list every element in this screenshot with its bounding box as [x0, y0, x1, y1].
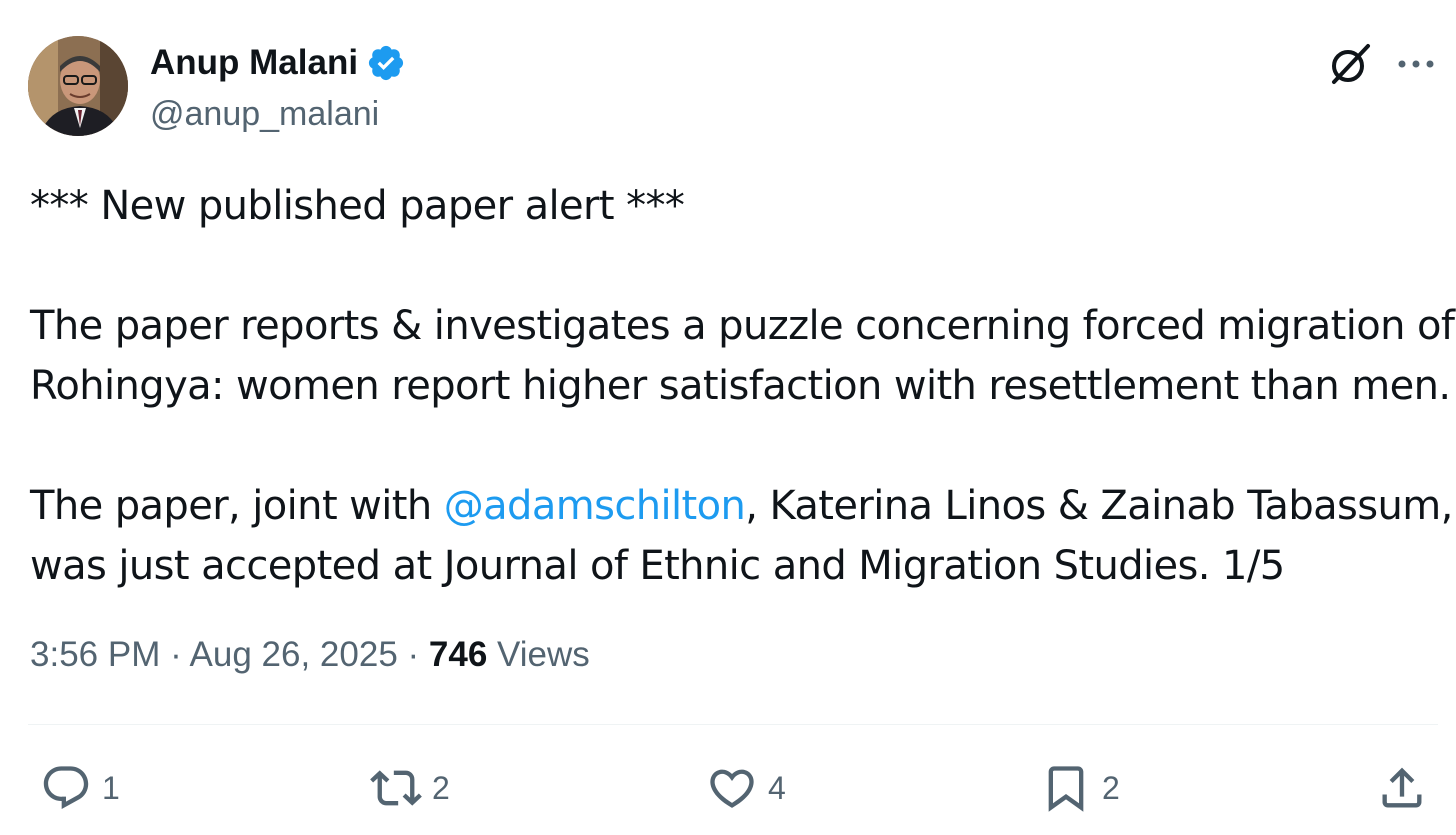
tweet-line: *** New published paper alert ***: [30, 183, 685, 229]
views-label: Views: [487, 635, 590, 674]
like-button[interactable]: 4: [706, 760, 786, 816]
author-name-text[interactable]: Anup Malani: [150, 40, 358, 86]
reply-count: 1: [102, 770, 120, 806]
tweet-text: *** New published paper alert *** The pa…: [30, 176, 1455, 596]
repost-button[interactable]: 2: [370, 760, 450, 816]
repost-count: 2: [432, 770, 450, 806]
tweet-meta: 3:56 PM · Aug 26, 2025 · 746 Views: [30, 632, 590, 678]
heart-icon: [710, 769, 754, 808]
share-button[interactable]: [1376, 760, 1428, 816]
verified-badge-icon: [368, 45, 404, 81]
tweet-text-segment: The paper, joint with: [30, 483, 444, 529]
repost-icon: [370, 770, 422, 806]
grok-icon[interactable]: [1326, 40, 1374, 88]
meta-separator: ·: [397, 635, 429, 674]
tweet-line: was just accepted at Journal of Ethnic a…: [30, 543, 1285, 589]
bookmark-icon: [1048, 766, 1084, 812]
avatar[interactable]: [28, 36, 128, 136]
meta-separator: ·: [160, 635, 190, 674]
tweet-line: The paper, joint with @adamschilton, Kat…: [30, 476, 1453, 536]
reply-button[interactable]: 1: [40, 760, 120, 816]
bookmark-count: 2: [1102, 770, 1120, 806]
reply-icon: [43, 766, 89, 810]
divider: [28, 724, 1438, 725]
tweet-text-segment: , Katerina Linos & Zainab Tabassum,: [745, 483, 1453, 529]
timestamp-date[interactable]: Aug 26, 2025: [190, 635, 398, 674]
tweet: Anup Malani @anup_malani *** New publish…: [0, 0, 1456, 835]
share-icon: [1382, 767, 1422, 808]
author-handle[interactable]: @anup_malani: [150, 92, 379, 136]
views-count: 746: [428, 635, 488, 674]
mention-link[interactable]: @adamschilton: [444, 483, 746, 529]
timestamp-time[interactable]: 3:56 PM: [30, 635, 160, 674]
tweet-line: Rohingya: women report higher satisfacti…: [30, 363, 1451, 409]
more-icon[interactable]: [1394, 46, 1438, 82]
tweet-line: The paper reports & investigates a puzzl…: [30, 303, 1455, 349]
bookmark-button[interactable]: 2: [1040, 760, 1120, 816]
author-name[interactable]: Anup Malani: [150, 40, 406, 86]
like-count: 4: [768, 770, 786, 806]
